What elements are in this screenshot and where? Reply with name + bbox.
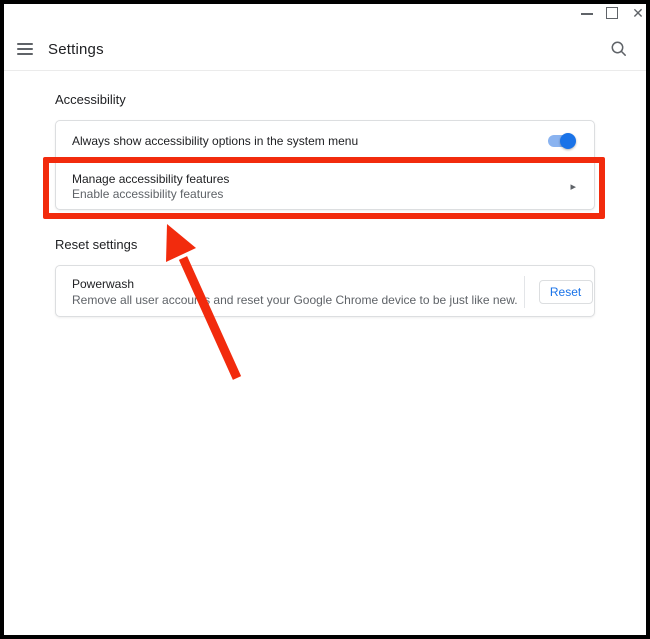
powerwash-label: Powerwash [72, 276, 518, 292]
menu-icon[interactable] [17, 43, 33, 55]
row-label: Manage accessibility features [72, 171, 554, 187]
row-manage-accessibility-features[interactable]: Manage accessibility features Enable acc… [56, 161, 594, 211]
search-icon[interactable] [609, 39, 629, 59]
accessibility-section-heading: Accessibility [55, 92, 126, 107]
chevron-right-icon: ▸ [570, 179, 576, 195]
maximize-icon[interactable] [606, 7, 618, 19]
page-title: Settings [48, 41, 104, 58]
reset-section-heading: Reset settings [55, 237, 137, 252]
powerwash-sublabel: Remove all user accounts and reset your … [72, 292, 518, 308]
arrow-head [166, 224, 196, 262]
powerwash-card: Powerwash Remove all user accounts and r… [55, 265, 595, 317]
settings-window: ✕ Settings Accessibility Always show acc… [0, 0, 650, 639]
powerwash-text: Powerwash Remove all user accounts and r… [72, 276, 518, 308]
close-icon[interactable]: ✕ [629, 4, 647, 22]
row-always-show-accessibility-options[interactable]: Always show accessibility options in the… [56, 121, 594, 161]
row-powerwash: Powerwash Remove all user accounts and r… [56, 266, 594, 318]
divider [524, 276, 525, 308]
row-sublabel: Enable accessibility features [72, 187, 554, 202]
accessibility-options-toggle[interactable] [548, 134, 576, 148]
titlebar: ✕ [0, 0, 650, 28]
minimize-icon[interactable] [581, 13, 593, 15]
settings-header: Settings [4, 28, 646, 71]
reset-button[interactable]: Reset [539, 280, 593, 304]
toggle-knob [560, 133, 576, 149]
accessibility-card: Always show accessibility options in the… [55, 120, 595, 210]
row-label: Always show accessibility options in the… [72, 134, 548, 148]
